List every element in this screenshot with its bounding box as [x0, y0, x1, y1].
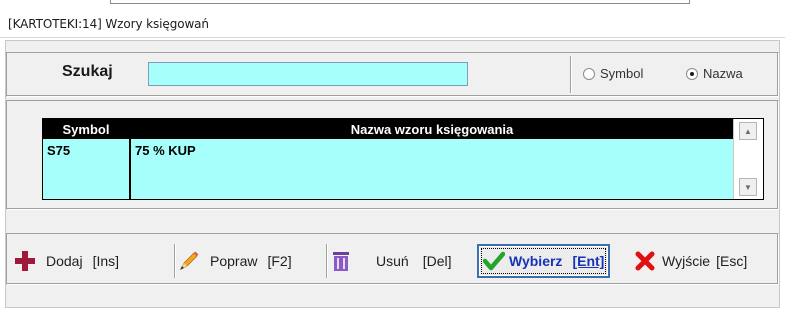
table-row[interactable]: S75 75 % KUP: [43, 141, 733, 159]
scroll-up-button[interactable]: ▲: [739, 122, 757, 140]
radio-symbol[interactable]: Symbol: [583, 66, 643, 81]
radio-nazwa-indicator[interactable]: [686, 67, 698, 80]
checkmark-icon: [483, 251, 505, 271]
templates-table[interactable]: Symbol Nazwa wzoru księgowania S75 75 % …: [42, 118, 764, 200]
column-separator: [129, 119, 131, 199]
column-header-name[interactable]: Nazwa wzoru księgowania: [131, 122, 733, 137]
dialog-window: [KARTOTEKI:14] Wzory księgowań Szukaj Sy…: [0, 0, 785, 311]
title-bar: [KARTOTEKI:14] Wzory księgowań: [0, 10, 785, 38]
radio-symbol-label: Symbol: [600, 66, 644, 81]
column-header-symbol[interactable]: Symbol: [43, 122, 129, 137]
delete-button[interactable]: Usuń [Del]: [330, 246, 451, 276]
plus-icon: [15, 251, 35, 271]
vertical-scrollbar[interactable]: ▲ ▼: [733, 119, 763, 199]
delete-label: Usuń: [376, 253, 409, 269]
edit-shortcut: [F2]: [267, 253, 292, 269]
x-icon: [635, 251, 655, 271]
search-divider: [570, 56, 572, 93]
exit-button[interactable]: Wyjście [Esc]: [634, 246, 747, 276]
scroll-down-button[interactable]: ▼: [739, 178, 757, 196]
trash-icon: [333, 252, 349, 271]
add-button[interactable]: Dodaj [Ins]: [14, 246, 119, 276]
radio-nazwa[interactable]: Nazwa: [686, 66, 743, 81]
edit-button[interactable]: Popraw [F2]: [178, 246, 292, 276]
radio-symbol-indicator[interactable]: [583, 67, 595, 80]
radio-nazwa-label: Nazwa: [703, 66, 743, 81]
toolbar-divider: [326, 244, 328, 278]
table-header: Symbol Nazwa wzoru księgowania: [43, 119, 733, 139]
cell-symbol: S75: [47, 143, 71, 158]
delete-shortcut: [Del]: [422, 253, 452, 269]
select-label: Wybierz: [509, 253, 563, 269]
exit-label: Wyjście: [662, 253, 711, 269]
exit-shortcut: [Esc]: [716, 253, 748, 269]
search-label: Szukaj: [62, 63, 113, 80]
cell-name: 75 % KUP: [135, 143, 196, 158]
window-title: [KARTOTEKI:14] Wzory księgowań: [8, 17, 209, 31]
pencil-icon: [180, 251, 199, 270]
toolbar-divider: [174, 244, 176, 278]
add-label: Dodaj: [46, 253, 83, 269]
select-button[interactable]: Wybierz [Ent]: [477, 244, 611, 278]
search-input[interactable]: [148, 62, 468, 86]
add-shortcut: [Ins]: [92, 253, 120, 269]
select-shortcut: [Ent]: [572, 253, 605, 269]
edit-label: Popraw: [210, 253, 258, 269]
